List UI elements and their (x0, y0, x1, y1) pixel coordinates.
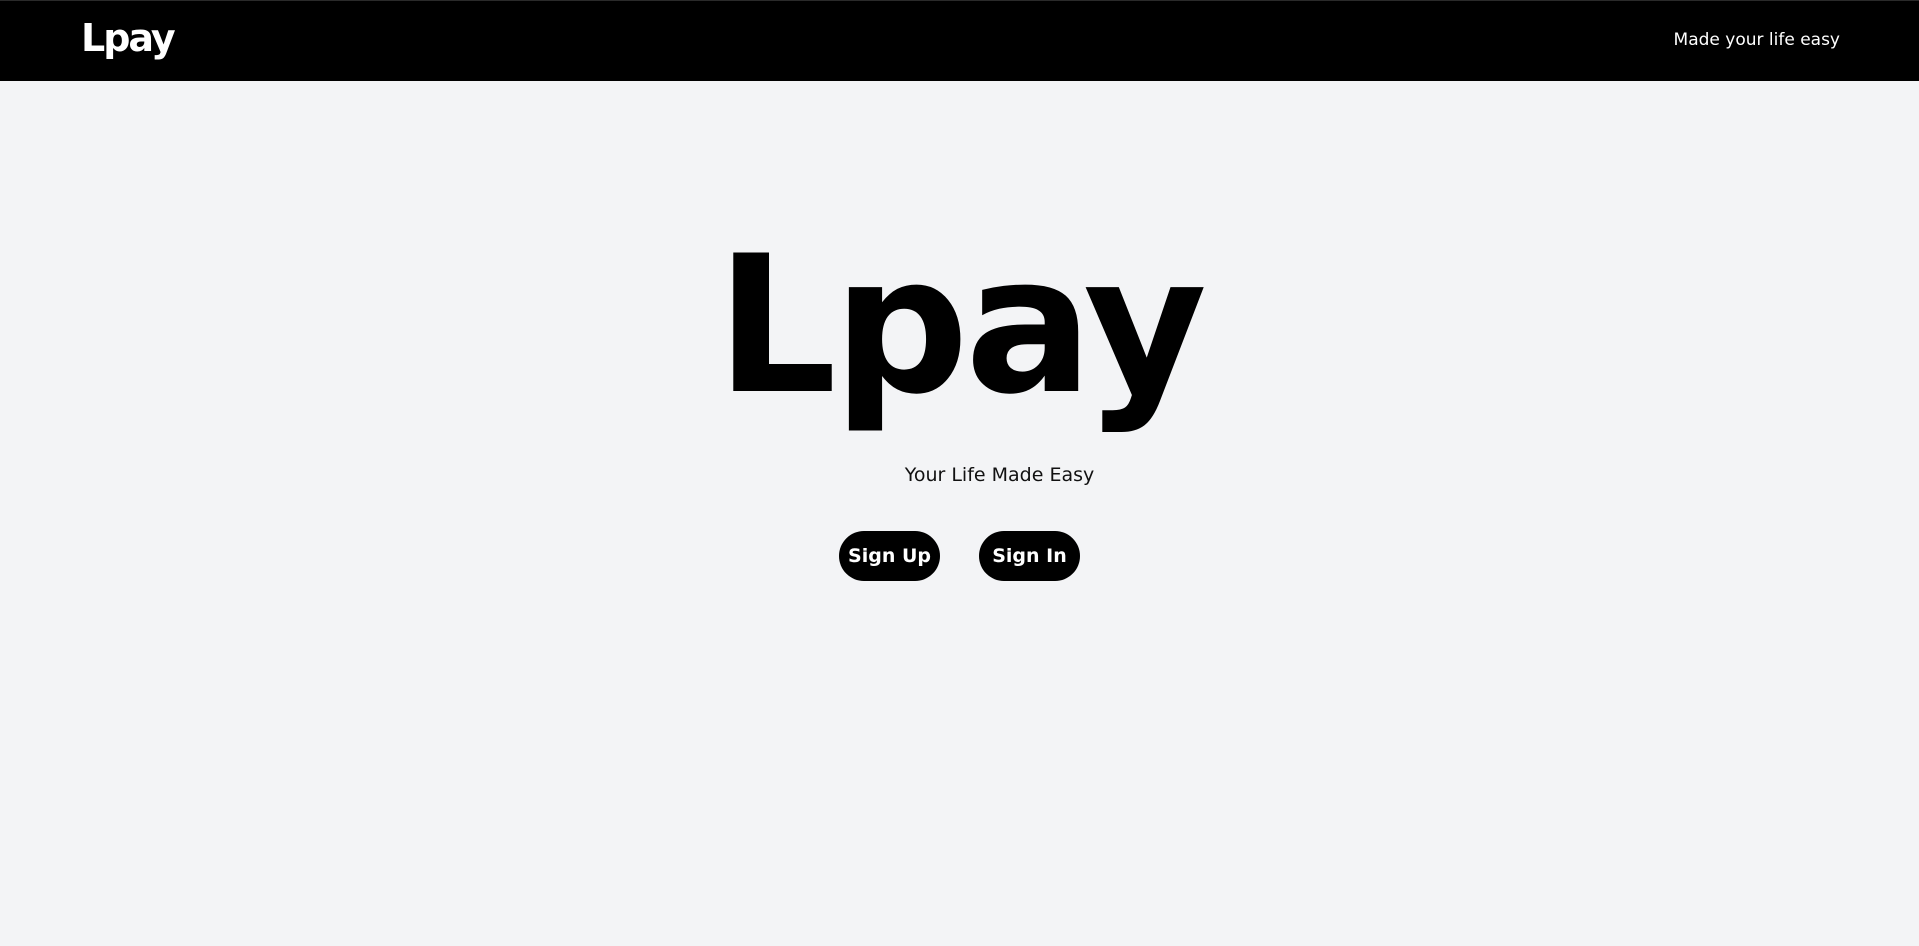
hero-section: Lpay Your Life Made Easy Sign Up Sign In (0, 81, 1919, 946)
sign-in-button[interactable]: Sign In (979, 531, 1080, 581)
navbar-tagline: Made your life easy (1673, 30, 1840, 50)
hero-subtitle: Your Life Made Easy (904, 464, 1095, 486)
navbar-logo[interactable]: Lpay (81, 19, 176, 57)
sign-up-button[interactable]: Sign Up (839, 531, 940, 581)
top-navbar: Lpay Made your life easy (0, 0, 1919, 81)
hero-title: Lpay (715, 215, 1207, 436)
